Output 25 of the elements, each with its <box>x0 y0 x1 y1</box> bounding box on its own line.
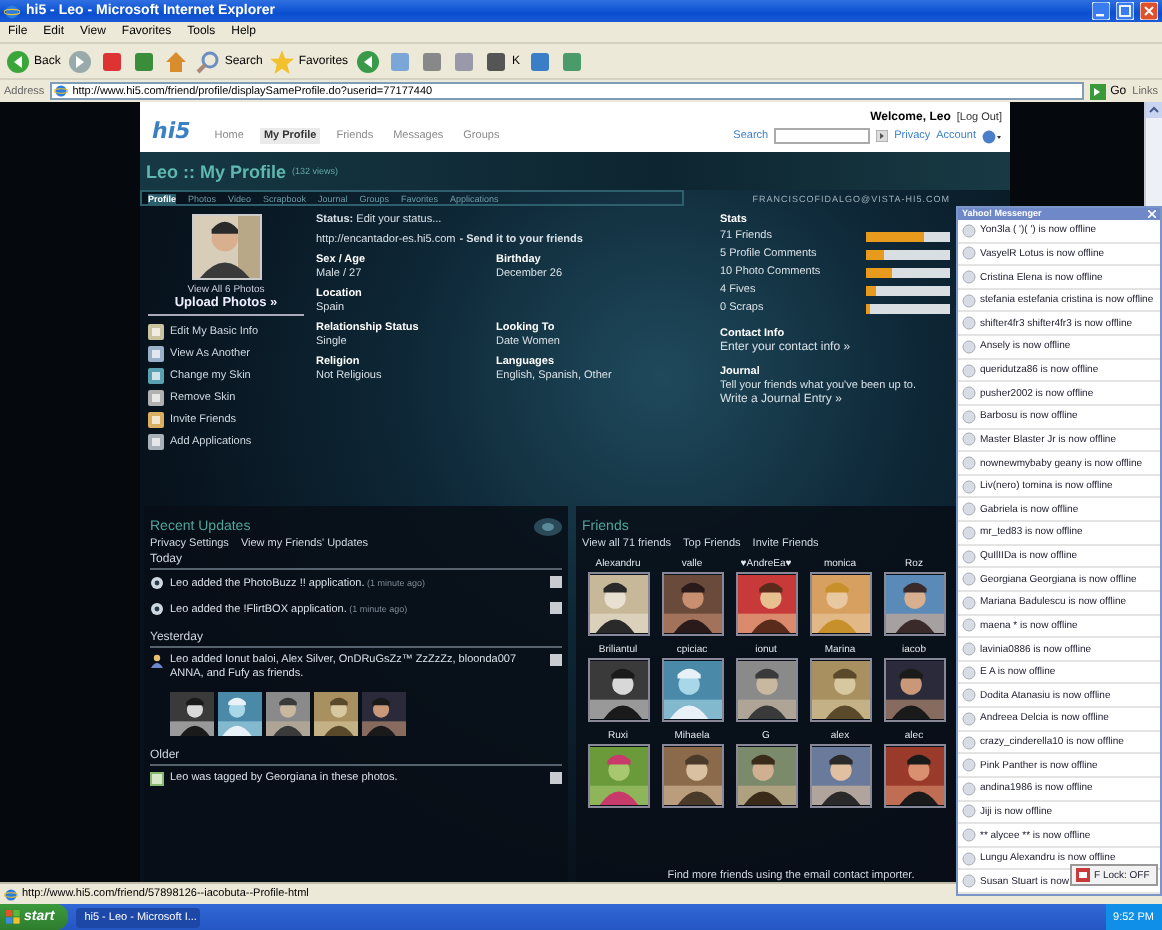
person-icon <box>150 654 164 668</box>
minimize-icon[interactable] <box>1092 2 1110 20</box>
close-icon[interactable] <box>1148 209 1156 218</box>
picture-frame-icon <box>150 772 164 786</box>
toolbar-icon-button[interactable] <box>164 49 189 73</box>
history-icon <box>356 49 381 73</box>
profile-title: Leo :: My Profile <box>146 161 287 181</box>
maximize-icon[interactable] <box>1116 2 1134 20</box>
toolbar-icon-button[interactable] <box>356 49 381 73</box>
search-submit-icon[interactable] <box>876 130 889 142</box>
scroll-up-icon[interactable] <box>1146 102 1162 118</box>
search-icon <box>196 49 221 73</box>
search-field[interactable] <box>774 128 871 144</box>
browser-icon <box>4 3 20 19</box>
home-icon <box>164 49 189 73</box>
close-icon[interactable] <box>1140 2 1158 20</box>
emblem-icon <box>534 517 562 535</box>
hi5-logo[interactable]: hi5 <box>152 118 191 144</box>
windows-logo-icon <box>6 910 20 924</box>
browser-icon <box>4 887 18 901</box>
globe-icon[interactable] <box>982 129 1002 143</box>
star-icon <box>270 49 295 73</box>
toolbar-icon-button[interactable] <box>68 49 93 73</box>
go-arrow-icon <box>1090 83 1107 99</box>
browser-icon <box>54 84 69 98</box>
